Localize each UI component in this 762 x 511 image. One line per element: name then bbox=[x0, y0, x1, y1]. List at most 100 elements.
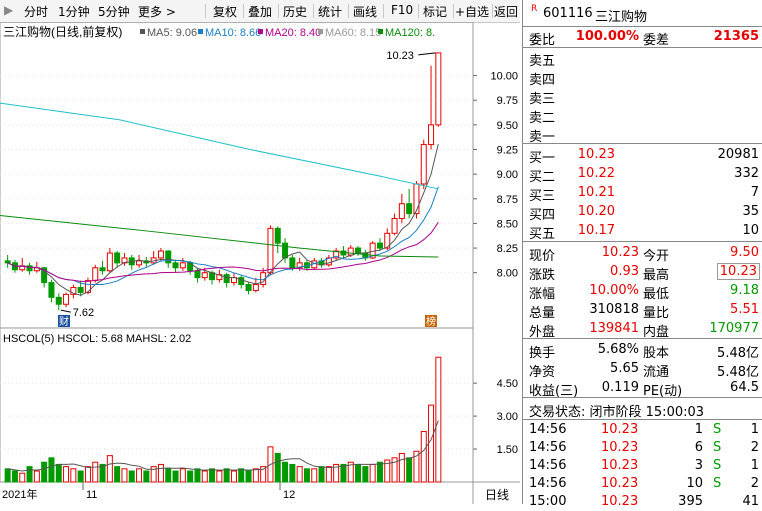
toolbar-draw-button[interactable]: 画线 bbox=[353, 3, 377, 20]
stat-value: 5.51 bbox=[730, 302, 759, 317]
candle-body bbox=[274, 227, 281, 244]
volume-bar bbox=[311, 468, 318, 483]
tick-volume: 6 bbox=[694, 440, 703, 455]
candle-body bbox=[92, 267, 99, 282]
volume-bar bbox=[19, 472, 26, 483]
toolbar-mark-button[interactable]: 标记 bbox=[423, 3, 447, 20]
kline-chart[interactable]: 三江购物(日线,前复权) MA5: 9.06 MA10: 8.66 MA20: 8.4… bbox=[0, 22, 520, 504]
toolbar-more[interactable]: 更多 > bbox=[138, 3, 176, 20]
toolbar-back-button[interactable]: 返回 bbox=[494, 3, 518, 20]
ma-legend-label: MA20: 8.40 bbox=[265, 27, 321, 39]
volume-bar bbox=[41, 461, 48, 483]
ma-legend-swatch bbox=[318, 29, 323, 34]
volume-bar bbox=[296, 466, 303, 483]
divider bbox=[523, 338, 762, 339]
price-tick-label: 9.75 bbox=[497, 95, 518, 107]
ma-legend-label: MA10: 8.66 bbox=[205, 27, 261, 39]
divider bbox=[523, 241, 762, 242]
toolbar-f10-button[interactable]: F10 bbox=[391, 3, 413, 17]
volume-bar bbox=[435, 356, 442, 483]
volume-ma-line bbox=[7, 420, 439, 472]
ma-legend-label: MA5: 9.06 bbox=[147, 27, 197, 39]
volume-bar bbox=[428, 404, 435, 483]
toolbar-stats-button[interactable]: 统计 bbox=[318, 3, 342, 20]
toolbar-collapse-icon[interactable]: ▶ bbox=[4, 3, 13, 17]
stat-label: 涨跌 bbox=[529, 268, 556, 283]
fund-value: 5.48亿 bbox=[717, 346, 759, 361]
tick-count: 2 bbox=[750, 476, 759, 491]
tick-count: 1 bbox=[750, 422, 759, 437]
tick-row: 14:56 10.23 10 S 2 bbox=[523, 475, 762, 493]
volume-bar bbox=[340, 463, 347, 483]
ask-label: 卖三 bbox=[529, 92, 556, 107]
volume-bar bbox=[201, 470, 208, 483]
fund-row: 收益(三) 0.119 PE(动) 64.5 bbox=[523, 379, 762, 399]
bid-row: 买四 10.20 35 bbox=[523, 203, 762, 223]
volume-bar bbox=[106, 455, 113, 483]
volume-bar bbox=[121, 468, 128, 483]
candle-body bbox=[99, 267, 106, 272]
ma-legend-label: MA60: 8.15 bbox=[325, 27, 381, 39]
ask-row: 卖三 bbox=[523, 87, 762, 107]
trade-status: 交易状态: 闭市阶段 15:00:03 bbox=[523, 400, 762, 420]
toolbar-tab-intraday[interactable]: 分时 bbox=[24, 3, 48, 20]
bid-volume: 10 bbox=[742, 223, 759, 238]
candle-body bbox=[347, 247, 354, 256]
stat-row: 涨跌 0.93 最高 10.23 bbox=[523, 263, 762, 283]
volume-bar bbox=[209, 468, 216, 483]
candle-body bbox=[391, 218, 398, 234]
candle-body bbox=[114, 252, 121, 264]
divider bbox=[523, 47, 762, 48]
bid-label: 买四 bbox=[529, 208, 556, 223]
weicha-value: 21365 bbox=[713, 29, 759, 44]
tick-side: S bbox=[713, 440, 722, 455]
candle-body bbox=[223, 274, 230, 284]
volume-bar bbox=[238, 468, 245, 483]
volume-bar bbox=[355, 463, 362, 483]
ma60-line bbox=[0, 102, 439, 190]
stat-row: 外盘 139841 内盘 170977 bbox=[523, 320, 762, 340]
price-tick-label: 8.00 bbox=[497, 268, 518, 280]
toolbar-tab-5min[interactable]: 5分钟 bbox=[98, 3, 130, 20]
candle-body bbox=[245, 284, 252, 291]
min-price-label: 7.62 bbox=[73, 307, 94, 319]
weibi-row: 委比 100.00% 委差 21365 bbox=[523, 28, 762, 48]
stock-name: 三江购物 bbox=[595, 10, 648, 25]
tick-volume: 1 bbox=[694, 422, 703, 437]
candle-body bbox=[428, 124, 435, 146]
volume-bar bbox=[406, 457, 413, 483]
divider bbox=[523, 143, 762, 144]
tick-price: 10.23 bbox=[601, 458, 639, 473]
fund-row: 换手 5.68% 股本 5.48亿 bbox=[523, 341, 762, 361]
toolbar-overlay-button[interactable]: 叠加 bbox=[248, 3, 272, 20]
volume-bar bbox=[179, 468, 186, 483]
tick-count: 2 bbox=[750, 440, 759, 455]
toolbar-divider bbox=[205, 4, 206, 18]
toolbar-history-button[interactable]: 历史 bbox=[283, 3, 307, 20]
fund-value: 5.48亿 bbox=[717, 365, 759, 380]
toolbar-adjust-button[interactable]: 复权 bbox=[213, 3, 237, 20]
tick-time: 15:00 bbox=[529, 494, 567, 509]
tick-row: 14:56 10.23 3 S 1 bbox=[523, 457, 762, 475]
tick-row: 15:00 10.23 395 41 bbox=[523, 493, 762, 511]
fund-label: 股本 bbox=[643, 346, 670, 361]
toolbar-add-watchlist-button[interactable]: +自选 bbox=[455, 3, 489, 20]
stat-label: 量比 bbox=[643, 306, 670, 321]
stat-label: 最高 bbox=[643, 268, 670, 283]
quote-panel: R 601116 三江购物 委比 100.00% 委差 21365 卖五 卖四 … bbox=[522, 0, 762, 509]
volume-bar bbox=[398, 452, 405, 483]
bid-row: 买五 10.17 10 bbox=[523, 222, 762, 242]
fund-row: 净资 5.65 流通 5.48亿 bbox=[523, 360, 762, 380]
price-tick-label: 10.00 bbox=[490, 71, 518, 83]
trade-status-text: 交易状态: 闭市阶段 15:00:03 bbox=[529, 405, 705, 420]
volume-bar bbox=[11, 470, 18, 483]
toolbar-divider bbox=[243, 4, 244, 18]
tick-side: S bbox=[713, 458, 722, 473]
toolbar-tab-1min[interactable]: 1分钟 bbox=[58, 3, 90, 20]
ask-row: 卖一 bbox=[523, 125, 762, 145]
price-tick-label: 9.25 bbox=[497, 145, 518, 157]
divider bbox=[523, 419, 762, 420]
stat-row: 总量 310818 量比 5.51 bbox=[523, 301, 762, 321]
volume-tick-label: 1.50 bbox=[497, 444, 518, 456]
volume-bar bbox=[143, 470, 150, 483]
